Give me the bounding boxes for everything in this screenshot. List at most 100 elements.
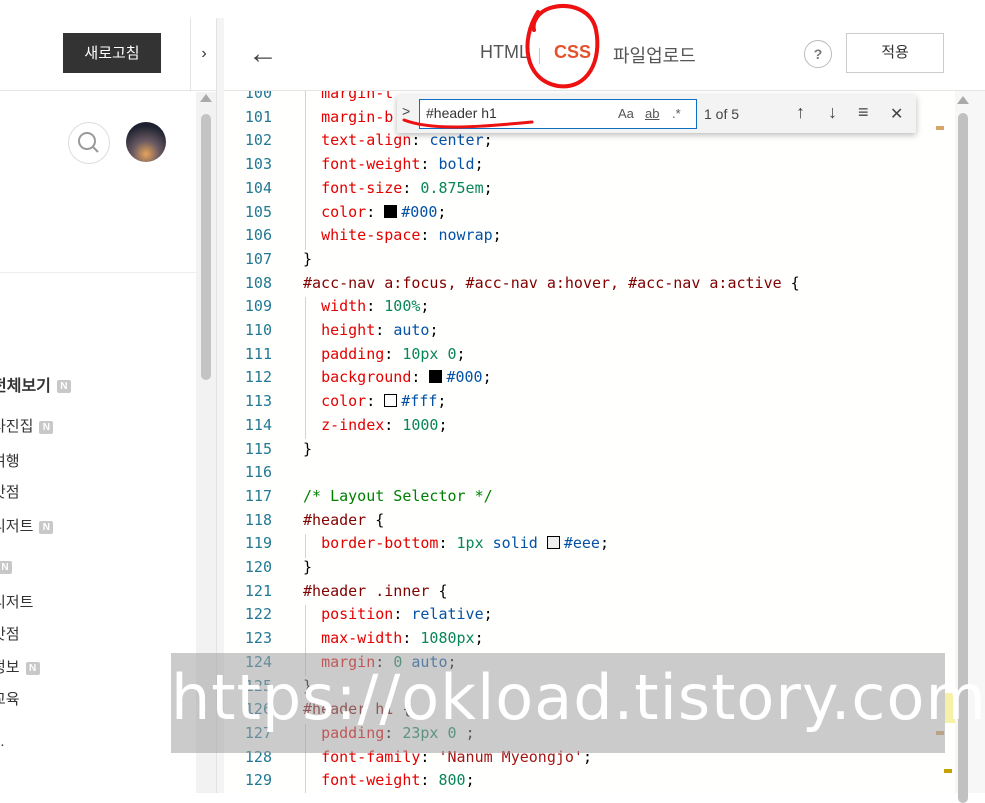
- line-number: 109: [244, 297, 272, 316]
- category-item[interactable]: 사진집 N: [0, 415, 54, 436]
- code-line[interactable]: #header .inner {: [303, 582, 448, 600]
- indent-guide: [305, 297, 306, 440]
- new-badge: N: [39, 420, 54, 434]
- code-line[interactable]: padding: 10px 0;: [303, 345, 466, 363]
- refresh-button[interactable]: 새로고침: [63, 33, 161, 73]
- find-in-selection-icon[interactable]: ≡: [858, 102, 869, 123]
- code-line[interactable]: #header {: [303, 511, 384, 529]
- match-case-icon[interactable]: Aa: [618, 106, 634, 121]
- code-line[interactable]: font-weight: bold;: [303, 155, 484, 173]
- line-number: 103: [244, 155, 272, 174]
- code-line[interactable]: border-bottom: 1px solid #eee;: [303, 534, 609, 552]
- find-input[interactable]: #header h1: [426, 105, 497, 121]
- panel-toggle-chevron-icon[interactable]: ›: [190, 18, 217, 90]
- code-line[interactable]: margin-t: [303, 91, 393, 102]
- editor-header: ← HTML CSS 파일업로드 ? 적용: [224, 18, 985, 91]
- code-line[interactable]: width: 100%;: [303, 297, 429, 315]
- code-line[interactable]: background: #000;: [303, 368, 492, 386]
- preview-divider: [0, 272, 196, 273]
- category-item[interactable]: ...: [0, 733, 5, 750]
- use-regex-icon[interactable]: .*: [672, 106, 681, 121]
- category-label: ...: [0, 733, 5, 750]
- line-number: 120: [244, 558, 272, 576]
- new-badge: N: [0, 560, 12, 574]
- category-item[interactable]: 디저트 N: [0, 515, 54, 536]
- code-line[interactable]: color: #000;: [303, 203, 446, 221]
- line-number: 118: [244, 510, 272, 529]
- code-line[interactable]: white-space: nowrap;: [303, 226, 502, 244]
- line-number: 113: [244, 392, 272, 411]
- find-input-box[interactable]: #header h1 Aa ab .*: [419, 99, 697, 129]
- category-item[interactable]: 맛점: [0, 481, 20, 502]
- category-item[interactable]: 맛점: [0, 623, 20, 644]
- match-whole-word-icon[interactable]: ab: [645, 106, 659, 121]
- category-item[interactable]: 정보 N: [0, 656, 40, 677]
- back-arrow-icon[interactable]: ←: [248, 36, 278, 72]
- category-label: 사진집: [0, 418, 34, 435]
- line-number: 108: [244, 273, 272, 292]
- tab-html[interactable]: HTML: [480, 42, 529, 63]
- code-line[interactable]: max-width: 1080px;: [303, 629, 484, 647]
- preview-scroll-thumb[interactable]: [201, 114, 211, 380]
- code-line[interactable]: }: [303, 250, 312, 268]
- line-number: 105: [244, 202, 272, 221]
- code-line[interactable]: #acc-nav a:focus, #acc-nav a:hover, #acc…: [303, 274, 800, 292]
- next-match-icon[interactable]: ↓: [828, 102, 837, 123]
- blog-search-button[interactable]: [68, 122, 110, 164]
- code-line[interactable]: }: [303, 558, 312, 576]
- indent-guide: [305, 534, 306, 558]
- line-number: 116: [244, 463, 272, 482]
- indent-guide: [305, 91, 306, 250]
- line-number: 115: [244, 439, 272, 458]
- category-item[interactable]: 교육: [0, 688, 20, 709]
- find-replace-toggle-icon[interactable]: >: [402, 103, 410, 119]
- category-item[interactable]: 디저트: [0, 591, 33, 612]
- search-icon: [78, 132, 99, 153]
- new-badge: N: [25, 661, 40, 675]
- code-line[interactable]: position: relative;: [303, 605, 493, 623]
- category-item[interactable]: N: [0, 558, 12, 575]
- line-number: 119: [244, 534, 272, 553]
- tab-file-upload[interactable]: 파일업로드: [613, 42, 696, 68]
- profile-avatar[interactable]: [126, 122, 166, 162]
- code-line[interactable]: /* Layout Selector */: [303, 487, 493, 505]
- scroll-up-arrow-icon[interactable]: [200, 94, 212, 102]
- watermark-banner: https://okload.tistory.com: [171, 653, 985, 753]
- apply-button[interactable]: 적용: [846, 33, 944, 73]
- close-icon[interactable]: ✕: [890, 104, 903, 124]
- category-label: 맛점: [0, 484, 20, 501]
- category-item[interactable]: 여행: [0, 450, 20, 471]
- line-number: 100: [244, 91, 272, 102]
- line-number: 121: [244, 581, 272, 600]
- previous-match-icon[interactable]: ↑: [796, 102, 805, 123]
- category-label: 여행: [0, 453, 20, 470]
- line-number: 102: [244, 131, 272, 150]
- line-number: 122: [244, 605, 272, 624]
- overview-ruler-mark: [944, 769, 952, 773]
- category-label: 디저트: [0, 518, 34, 535]
- category-label: 전체보기: [0, 378, 51, 395]
- code-line[interactable]: z-index: 1000;: [303, 416, 447, 434]
- help-icon[interactable]: ?: [804, 40, 832, 68]
- line-number: 111: [244, 344, 272, 363]
- code-line[interactable]: color: #fff;: [303, 392, 446, 410]
- line-number: 110: [244, 321, 272, 339]
- code-line[interactable]: margin-b: [303, 108, 393, 126]
- code-line[interactable]: font-size: 0.875em;: [303, 179, 493, 197]
- line-number: 114: [244, 415, 272, 434]
- line-number: 123: [244, 629, 272, 648]
- category-label: 맛점: [0, 626, 20, 643]
- scroll-up-arrow-icon[interactable]: [957, 96, 969, 104]
- category-label: 정보: [0, 659, 20, 676]
- line-number: 104: [244, 178, 272, 197]
- line-number: 117: [244, 486, 272, 505]
- code-line[interactable]: font-weight: 800;: [303, 771, 475, 789]
- category-item[interactable]: 전체보기 N: [0, 372, 71, 396]
- code-line[interactable]: height: auto;: [303, 321, 438, 339]
- code-line[interactable]: text-align: center;: [303, 131, 493, 149]
- tab-css[interactable]: CSS: [554, 42, 591, 63]
- find-match-count: 1 of 5: [704, 106, 740, 122]
- code-line[interactable]: }: [303, 440, 312, 458]
- line-number: 107: [244, 249, 272, 268]
- preview-toolbar: 새로고침 ›: [0, 18, 216, 91]
